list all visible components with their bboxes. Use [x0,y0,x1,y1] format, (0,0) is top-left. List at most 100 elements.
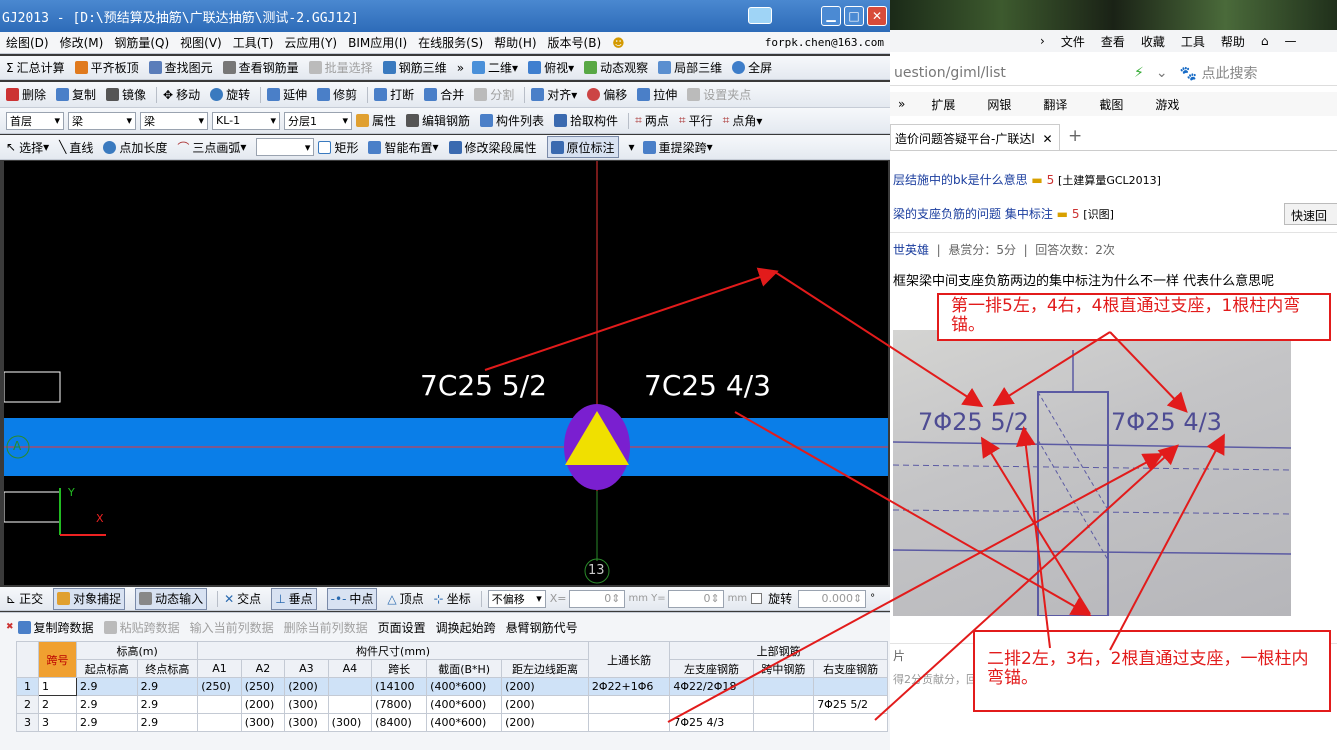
close-button[interactable]: ✕ [867,6,887,26]
search-box[interactable]: 🐾 点此搜索 [1180,63,1258,83]
delete-column-button[interactable]: 删除当前列数据 [284,616,368,638]
screenshot-button[interactable]: 截图 [1099,96,1123,113]
dropdown-icon[interactable]: ▾ [629,140,635,154]
translate-button[interactable]: 翻译 [1043,96,1067,113]
type-select-1[interactable]: 梁 ▾ [68,111,136,130]
new-tab-icon[interactable]: + [1068,126,1082,146]
align-select[interactable]: 对齐 ▾ [531,84,577,106]
copy-button[interactable]: 复制 [56,84,96,106]
question-1-title[interactable]: 层结施中的bk是什么意思 [893,173,1028,187]
local-3d-button[interactable]: 局部三维 [658,57,722,79]
smiley-icon[interactable]: ☻ [612,36,625,50]
pick-component-button[interactable]: 拾取构件 [554,110,618,132]
split-button[interactable]: 分割 [474,84,514,106]
perpendicular-toggle[interactable]: ⊥ 垂点 [271,587,317,610]
chevron-right-icon[interactable]: › [1040,34,1045,48]
rebar-label-left[interactable]: 7C25 5/2 [420,369,547,402]
question-item-2[interactable]: 梁的支座负筋的问题 集中标注 ▬ 5 [识图] [893,205,1114,222]
overflow-icon[interactable]: » [457,61,464,75]
ortho-toggle[interactable]: ⊾ 正交 [6,588,43,610]
cantilever-code-button[interactable]: 悬臂钢筋代号 [506,616,578,638]
browser-tab[interactable]: 造价问题答疑平台-广联达l ✕ [890,124,1060,150]
question-2-title[interactable]: 梁的支座负筋的问题 集中标注 [893,207,1053,221]
delete-button[interactable]: 删除 [6,84,46,106]
coord-toggle[interactable]: ⊹ 坐标 [434,588,471,610]
bolt-icon[interactable]: ⚡ [1134,65,1144,81]
layer-select[interactable]: 分层1 ▾ [284,111,352,130]
arc-button[interactable]: ⌒ 三点画弧 ▾ [177,136,246,158]
bank-button[interactable]: 网银 [987,96,1011,113]
menu-favorites[interactable]: 收藏 [1141,33,1165,50]
menu-view[interactable]: 视图(V) [180,34,222,51]
games-button[interactable]: 游戏 [1155,96,1179,113]
menu-help[interactable]: 帮助(H) [494,34,536,51]
edit-rebar-button[interactable]: 编辑钢筋 [406,110,470,132]
menu-tools[interactable]: 工具 [1181,33,1205,50]
menu-rebar[interactable]: 钢筋量(Q) [114,34,169,51]
batch-select-button[interactable]: 批量选择 [308,57,373,79]
menu-help[interactable]: 帮助 [1221,33,1245,50]
rotate-button[interactable]: 旋转 [210,84,250,106]
point-angle-button[interactable]: ⌗ 点角 ▾ [723,110,763,132]
home-icon[interactable]: ⌂ [1261,34,1269,48]
menu-bim[interactable]: BIM应用(I) [348,34,407,51]
close-tab-icon[interactable]: ✕ [1043,132,1053,146]
maximize-button[interactable]: □ [844,6,864,26]
author[interactable]: 世英雄 [893,243,929,257]
orbit-button[interactable]: 动态观察 [584,57,648,79]
table-row[interactable]: 3 3 2.9 2.9 (300) (300) (300) (8400) (400*600) (2… [16,713,888,732]
fullscreen-button[interactable]: 全屏 [732,57,772,79]
menu-tools[interactable]: 工具(T) [233,34,274,51]
menu-modify[interactable]: 修改(M) [60,34,104,51]
copy-span-button[interactable]: 复制跨数据 [17,616,94,638]
menu-version[interactable]: 版本号(B) [548,34,602,51]
input-column-button[interactable]: 输入当前列数据 [190,616,274,638]
in-situ-mark-button[interactable]: 原位标注 [546,136,619,158]
minimize-button[interactable]: ▁ [821,6,841,26]
close-pane-icon[interactable]: ✖ [6,622,14,632]
dynamic-input-toggle[interactable]: 动态输入 [135,587,208,610]
rotate-checkbox[interactable] [751,593,763,604]
view-rebar-button[interactable]: 查看钢筋量 [222,57,299,79]
drawing-canvas[interactable]: 7C25 5/2 7C25 4/3 A 13 Y X [4,161,888,585]
smart-layout-button[interactable]: 智能布置 ▾ [368,136,439,158]
menu-cloud[interactable]: 云应用(Y) [284,34,337,51]
point-length-button[interactable]: 点加长度 [103,136,167,158]
reset-span-button[interactable]: 重提梁跨 ▾ [642,136,713,158]
chevron-down-icon[interactable]: ⌄ [1156,65,1168,81]
menu-online[interactable]: 在线服务(S) [418,34,483,51]
midpoint-toggle[interactable]: -•- 中点 [326,587,378,610]
quick-reply-button[interactable]: 快速回 [1284,203,1337,225]
question-item-1[interactable]: 层结施中的bk是什么意思 ▬ 5 [土建算量GCL2013] [893,171,1161,188]
help-icon[interactable] [748,7,772,24]
minimize-icon[interactable]: — [1285,34,1297,48]
set-grip-button[interactable]: 设置夹点 [687,84,751,106]
account-label[interactable]: forpk.chen@163.com [765,36,884,49]
floor-select[interactable]: 首层 ▾ [6,111,64,130]
paste-span-button[interactable]: 粘贴跨数据 [103,616,180,638]
view-2d-select[interactable]: 二维 ▾ [472,57,518,79]
table-row[interactable]: 2 2 2.9 2.9 (200) (300) (7800) (400*600) (200) 7Φ… [16,695,888,714]
component-select[interactable]: KL-1 ▾ [212,111,280,130]
expand-icon[interactable]: » [898,97,905,111]
merge-button[interactable]: 合并 [424,84,464,106]
two-points-button[interactable]: ⌗ 两点 [635,110,669,132]
object-snap-toggle[interactable]: 对象捕捉 [53,587,126,610]
align-top-button[interactable]: 平齐板顶 [74,57,139,79]
menu-view[interactable]: 查看 [1101,33,1125,50]
find-button[interactable]: 查找图元 [148,57,213,79]
vertex-toggle[interactable]: △ 顶点 [387,588,423,610]
blank-select[interactable]: ▾ [256,138,315,156]
swap-start-button[interactable]: 调换起始跨 [436,616,496,638]
parallel-button[interactable]: ⌗ 平行 [679,110,713,132]
y-input[interactable]: 0 ⇕ [667,589,724,608]
type-select-2[interactable]: 梁 ▾ [140,111,208,130]
move-button[interactable]: ✥ 移动 [163,84,200,106]
offset-select[interactable]: 不偏移 ▾ [487,589,546,608]
x-input[interactable]: 0 ⇕ [568,589,625,608]
rebar-3d-button[interactable]: 钢筋三维 [382,57,447,79]
menu-draw[interactable]: 绘图(D) [6,34,49,51]
break-button[interactable]: 打断 [374,84,414,106]
table-row[interactable]: 1 1 2.9 2.9 (250) (250) (200) (14100 (400*600) (2… [16,677,888,696]
url-text[interactable]: uestion/giml/list [894,65,1134,81]
